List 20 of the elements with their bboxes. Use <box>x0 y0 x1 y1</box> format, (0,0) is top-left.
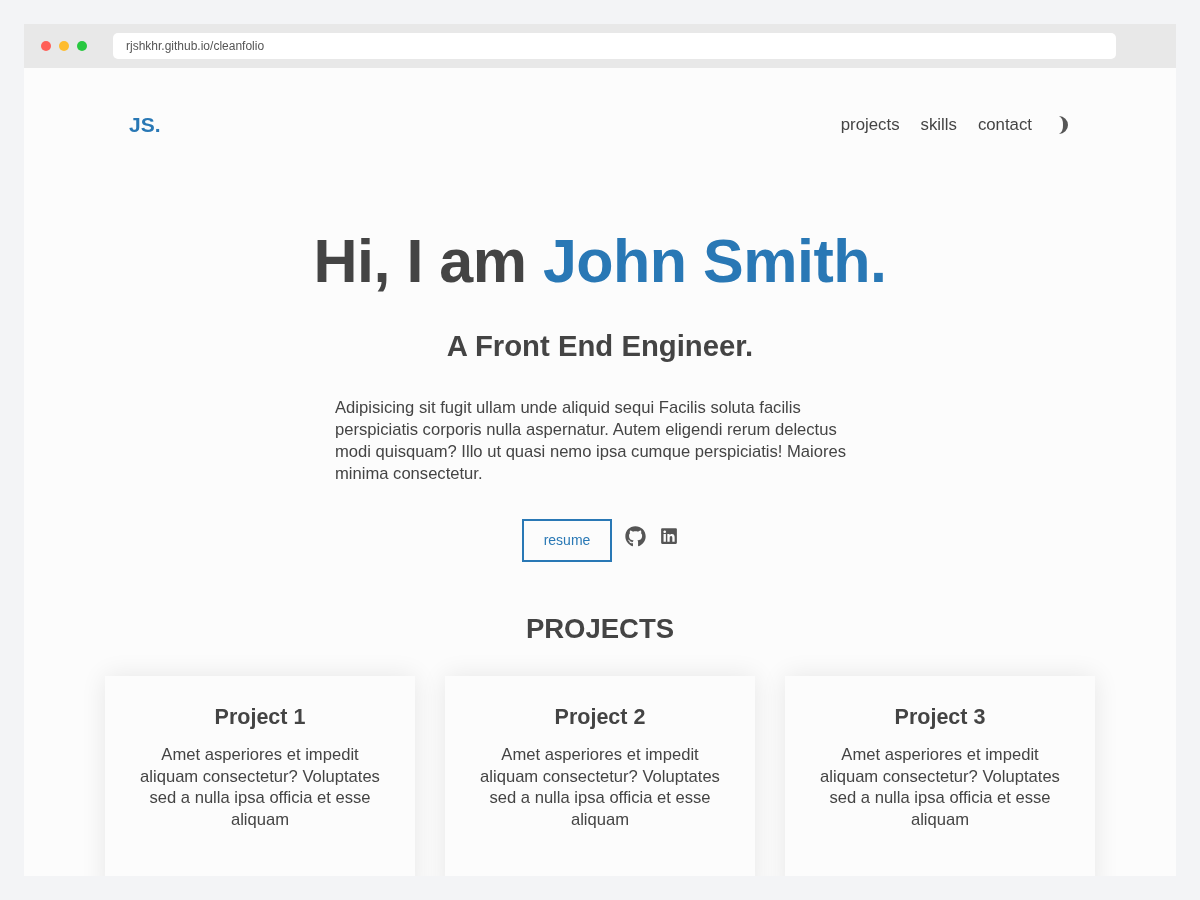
address-bar[interactable]: rjshkhr.github.io/cleanfolio <box>113 33 1116 59</box>
hero-description: Adipisicing sit fugit ullam unde aliquid sequi Facilis soluta facilis perspiciatis corporis nulla aspernatur. Autem eligendi rerum delectus modi quisquam? Illo ut quasi nemo ipsa cumque perspiciatis! Maiores minima consectetur. <box>335 397 847 485</box>
github-icon[interactable] <box>625 526 646 547</box>
hero-subheading: A Front End Engineer. <box>446 329 754 363</box>
nav-link[interactable]: skills <box>920 112 957 138</box>
hero-heading: Hi, I am John Smith. <box>313 226 887 297</box>
project-title: Project 1 <box>214 704 306 731</box>
logo[interactable]: JS. <box>129 109 161 141</box>
project-description: Amet asperiores et impedit aliquam consectetur? Voluptates sed a nulla ipsa officia et esse aliquam <box>819 744 1061 831</box>
resume-button[interactable]: resume <box>522 519 612 562</box>
nav-link[interactable]: contact <box>977 112 1032 138</box>
project-description: Amet asperiores et impedit aliquam consectetur? Voluptates sed a nulla ipsa officia et esse aliquam <box>479 744 721 831</box>
project-title: Project 3 <box>894 704 986 731</box>
moon-icon <box>1057 116 1071 134</box>
project-description: Amet asperiores et impedit aliquam consectetur? Voluptates sed a nulla ipsa officia et esse aliquam <box>139 744 381 831</box>
project-title: Project 2 <box>554 704 646 731</box>
nav-link[interactable]: projects <box>840 112 900 138</box>
linkedin-icon[interactable] <box>660 527 678 545</box>
section-heading: PROJECTS <box>525 612 675 646</box>
theme-toggle-button[interactable] <box>1057 116 1071 134</box>
